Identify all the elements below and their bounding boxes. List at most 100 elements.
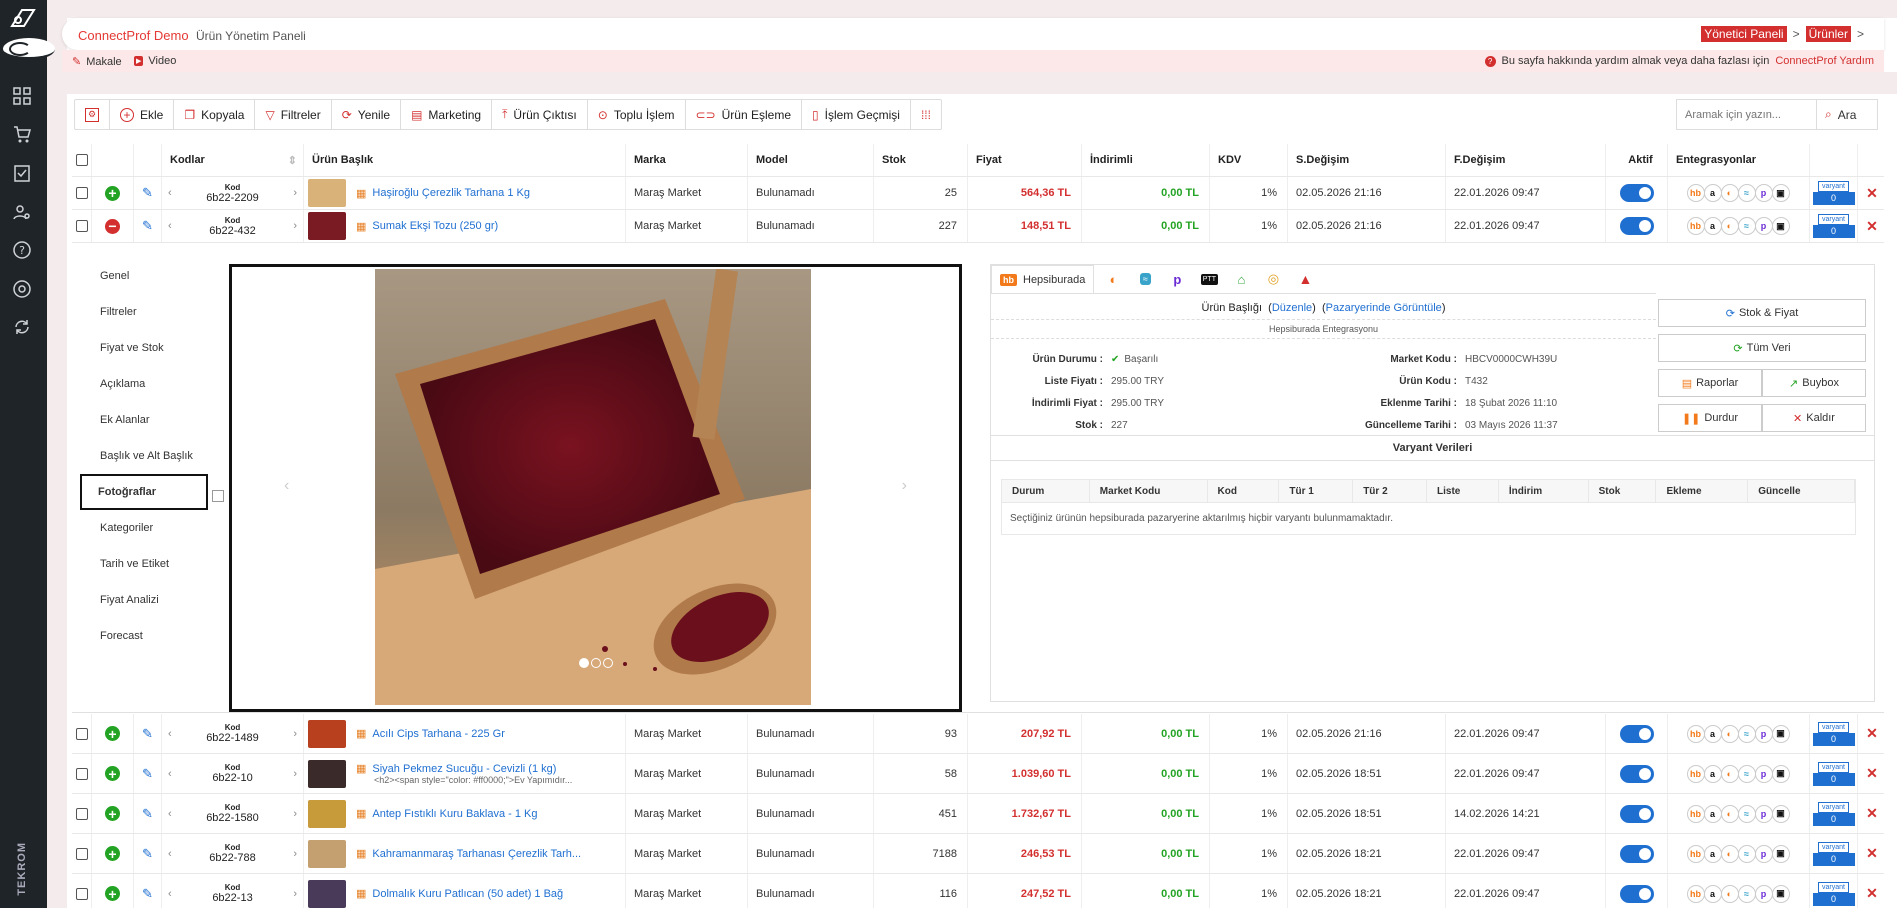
variant-col[interactable]: Tür 1: [1279, 480, 1354, 502]
amazon-icon[interactable]: a: [1703, 764, 1722, 783]
ptt-icon[interactable]: ▣: [1771, 804, 1790, 823]
photo-dot[interactable]: [591, 658, 601, 668]
view-on-marketplace-link[interactable]: Pazaryerinde Görüntüle: [1326, 302, 1442, 314]
tab-shop[interactable]: ⌂: [1228, 266, 1254, 292]
trendyol-icon[interactable]: ◐: [1720, 844, 1739, 863]
prev-photo-button[interactable]: ‹: [284, 477, 289, 495]
variant-col[interactable]: Tür 2: [1353, 480, 1428, 502]
col-stock[interactable]: Stok: [874, 144, 968, 176]
ptt-icon[interactable]: ▣: [1771, 184, 1790, 202]
detail-menu-item[interactable]: Forecast: [80, 618, 210, 654]
add-button[interactable]: + Ekle: [110, 100, 175, 129]
hepsiburada-icon[interactable]: hb: [1686, 217, 1705, 235]
edit-button[interactable]: ✎: [134, 714, 162, 753]
detail-menu-item[interactable]: Filtreler: [80, 294, 210, 330]
sync-icon[interactable]: [12, 317, 32, 337]
col-discounted[interactable]: İndirimli: [1082, 144, 1210, 176]
brand-logo-icon[interactable]: [8, 6, 38, 30]
edit-button[interactable]: ✎: [134, 834, 162, 873]
col-codes[interactable]: Kodlar ⇕: [162, 144, 304, 176]
variant-col[interactable]: Ekleme: [1656, 480, 1749, 502]
product-thumbnail[interactable]: [308, 759, 346, 788]
edit-link[interactable]: Düzenle: [1272, 302, 1312, 314]
variants-badge[interactable]: varyant 0: [1810, 754, 1858, 793]
tab-hepsiburada[interactable]: hb Hepsiburada: [991, 265, 1095, 293]
col-title[interactable]: Ürün Başlık: [304, 144, 626, 176]
product-title-link[interactable]: ▦ Sumak Ekşi Tozu (250 gr): [356, 220, 498, 233]
trendyol-icon[interactable]: ◐: [1720, 724, 1739, 743]
variant-col[interactable]: Liste: [1427, 480, 1499, 502]
support-icon[interactable]: [12, 279, 32, 299]
next-photo-button[interactable]: ›: [902, 477, 907, 495]
detail-menu-item[interactable]: Fiyat ve Stok: [80, 330, 210, 366]
prev-code-button[interactable]: ‹: [168, 220, 172, 232]
expand-row-button[interactable]: +: [92, 177, 134, 209]
variants-badge[interactable]: varyant 0: [1810, 177, 1858, 209]
col-brand[interactable]: Marka: [626, 144, 748, 176]
row-checkbox[interactable]: [72, 834, 92, 873]
col-price-changed[interactable]: F.Değişim: [1446, 144, 1606, 176]
n11-icon[interactable]: ≈: [1737, 884, 1756, 903]
table-row[interactable]: + ✎ ‹ Kod 6b22-788 › ▦ Kahramanmaraş Tarha…: [72, 834, 1884, 874]
copy-image-icon[interactable]: [212, 490, 224, 502]
search-button[interactable]: ⌕ Ara: [1817, 100, 1864, 129]
collapse-menu-toggle[interactable]: [3, 38, 55, 60]
active-toggle[interactable]: [1606, 834, 1668, 873]
ptt-icon[interactable]: ▣: [1771, 884, 1790, 903]
trendyol-icon[interactable]: ◐: [1720, 804, 1739, 823]
ptt-icon[interactable]: ▣: [1771, 724, 1790, 743]
delete-row-button[interactable]: ✕: [1858, 794, 1886, 833]
more-grid-button[interactable]: ⁞⁞⁞: [911, 100, 941, 129]
detail-menu-item[interactable]: Başlık ve Alt Başlık: [80, 438, 210, 474]
pazarama-icon[interactable]: p: [1754, 724, 1773, 743]
detail-menu-item[interactable]: Açıklama: [80, 366, 210, 402]
product-thumbnail[interactable]: [308, 179, 346, 207]
table-row[interactable]: + ✎ ‹ Kod 6b22-1580 › ▦ Antep Fıstıklı Kur…: [72, 794, 1884, 834]
variant-col[interactable]: Stok: [1589, 480, 1657, 502]
detail-menu-item[interactable]: Fotoğraflar: [80, 474, 208, 510]
product-match-button[interactable]: ⊂⊃ Ürün Eşleme: [686, 100, 802, 129]
photo-dot[interactable]: [579, 658, 589, 668]
help-icon[interactable]: ?: [12, 240, 32, 260]
edit-button[interactable]: ✎: [134, 210, 162, 242]
delete-row-button[interactable]: ✕: [1858, 754, 1886, 793]
trendyol-icon[interactable]: ◐: [1720, 884, 1739, 903]
amazon-icon[interactable]: a: [1703, 724, 1722, 743]
n11-icon[interactable]: ≈: [1737, 724, 1756, 743]
trendyol-icon[interactable]: ◐: [1720, 184, 1739, 202]
marketing-button[interactable]: ▤ Marketing: [401, 100, 493, 129]
detail-menu-item[interactable]: Ek Alanlar: [80, 402, 210, 438]
active-toggle[interactable]: [1606, 177, 1668, 209]
pazarama-icon[interactable]: p: [1754, 804, 1773, 823]
variant-col[interactable]: Güncelle: [1748, 480, 1856, 502]
edit-button[interactable]: ✎: [134, 874, 162, 908]
detail-menu-item[interactable]: Fiyat Analizi: [80, 582, 210, 618]
pazarama-icon[interactable]: p: [1754, 184, 1773, 202]
next-code-button[interactable]: ›: [293, 808, 297, 820]
table-row[interactable]: + ✎ ‹ Kod 6b22-13 › ▦ Dolmalık Kuru Patlıc…: [72, 874, 1884, 908]
product-thumbnail[interactable]: [308, 799, 346, 828]
next-code-button[interactable]: ›: [293, 888, 297, 900]
active-toggle[interactable]: [1606, 754, 1668, 793]
edit-button[interactable]: ✎: [134, 754, 162, 793]
row-checkbox[interactable]: [72, 794, 92, 833]
variants-badge[interactable]: varyant 0: [1810, 874, 1858, 908]
detail-menu-item[interactable]: Genel: [80, 258, 210, 294]
prev-code-button[interactable]: ‹: [168, 888, 172, 900]
amazon-icon[interactable]: a: [1703, 844, 1722, 863]
col-model[interactable]: Model: [748, 144, 874, 176]
active-toggle[interactable]: [1606, 714, 1668, 753]
buybox-button[interactable]: ↗ Buybox: [1762, 369, 1866, 397]
filters-button[interactable]: ▽ Filtreler: [255, 100, 332, 129]
search-input[interactable]: [1677, 100, 1817, 129]
detail-menu-item[interactable]: Tarih ve Etiket: [80, 546, 210, 582]
breadcrumb-home[interactable]: Yönetici Paneli: [1701, 26, 1787, 42]
product-thumbnail[interactable]: [308, 879, 346, 908]
product-thumbnail[interactable]: [308, 839, 346, 868]
delete-row-button[interactable]: ✕: [1858, 714, 1886, 753]
users-icon[interactable]: [12, 202, 32, 222]
row-checkbox[interactable]: [72, 210, 92, 242]
help-link[interactable]: ConnectProf Yardım: [1775, 55, 1874, 67]
amazon-icon[interactable]: a: [1703, 884, 1722, 903]
tab-pttavm[interactable]: PTT: [1196, 266, 1222, 292]
